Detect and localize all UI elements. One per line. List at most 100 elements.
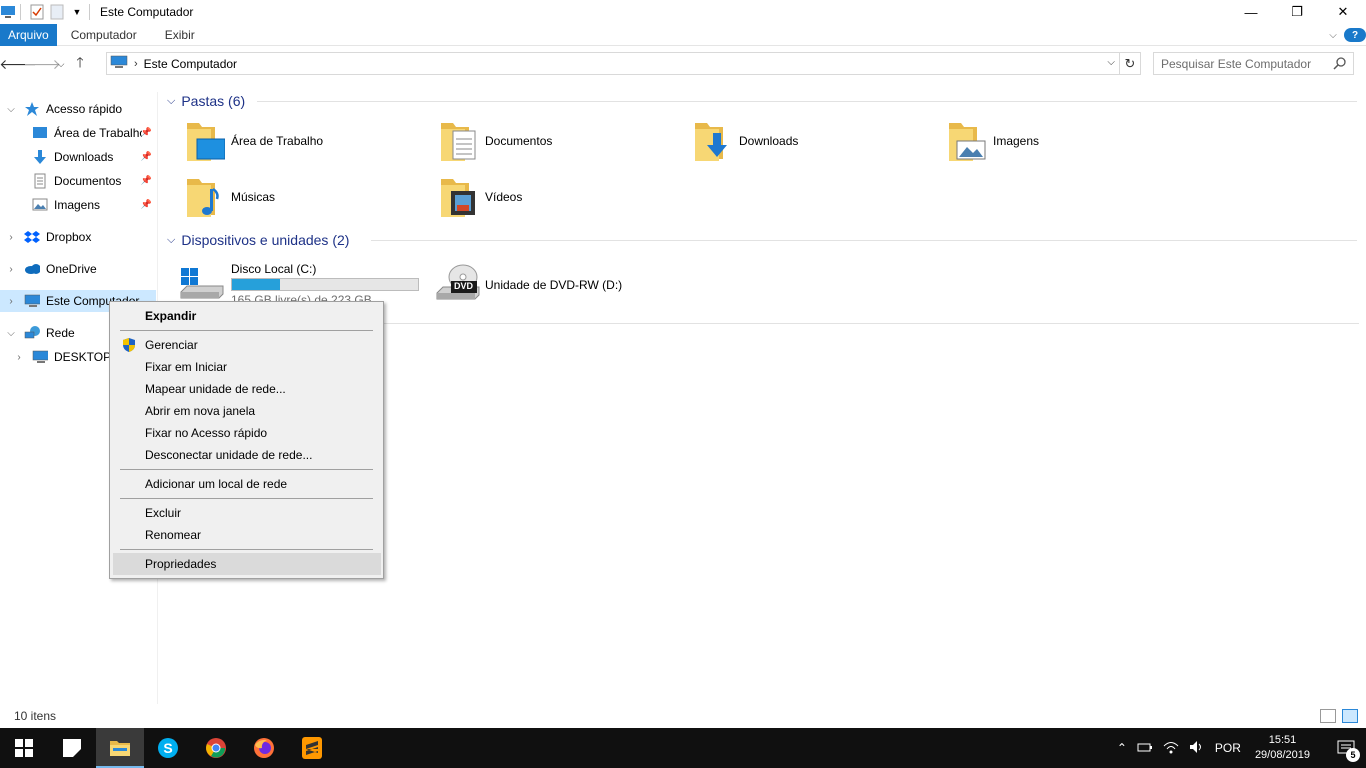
nav-quick-access[interactable]: ⌵ Acesso rápido <box>6 98 156 120</box>
menu-item-map-drive[interactable]: Mapear unidade de rede... <box>113 378 381 400</box>
search-input[interactable]: Pesquisar Este Computador <box>1153 52 1354 75</box>
tab-computer[interactable]: Computador <box>57 24 151 46</box>
image-icon <box>32 197 48 213</box>
computer-icon[interactable] <box>0 4 16 20</box>
restore-button[interactable]: ❐ <box>1274 0 1320 24</box>
folder-label: Vídeos <box>485 190 523 204</box>
taskbar-sublime-button[interactable] <box>288 728 336 768</box>
drive-label: Unidade de DVD-RW (D:) <box>485 278 623 292</box>
chevron-down-icon[interactable]: ▼ <box>69 4 85 20</box>
folder-pictures[interactable]: Imagens <box>947 118 1187 164</box>
menu-item-rename[interactable]: Renomear <box>113 524 381 546</box>
taskbar-notes-button[interactable] <box>48 728 96 768</box>
tab-view[interactable]: Exibir <box>151 24 209 46</box>
nav-onedrive[interactable]: › OneDrive <box>6 258 156 280</box>
nav-documents[interactable]: Documentos 📌 <box>32 170 156 192</box>
status-bar: 10 itens <box>0 704 1366 728</box>
menu-item-disconnect-drive[interactable]: Desconectar unidade de rede... <box>113 444 381 466</box>
folder-downloads[interactable]: Downloads <box>693 118 933 164</box>
cloud-icon <box>24 261 40 277</box>
divider <box>120 469 373 470</box>
refresh-button[interactable]: ↻ <box>1120 52 1141 75</box>
chevron-right-icon[interactable]: › <box>6 232 16 243</box>
chevron-right-icon[interactable]: › <box>14 352 24 363</box>
menu-item-properties[interactable]: Propriedades <box>113 553 381 575</box>
pictures-folder-icon <box>947 119 987 163</box>
recent-locations-button[interactable]: ⌵ <box>54 52 68 76</box>
group-title: Dispositivos e unidades (2) <box>181 232 350 248</box>
computer-icon <box>110 55 128 72</box>
chevron-down-icon[interactable]: ⌵ <box>6 328 16 339</box>
nav-pictures[interactable]: Imagens 📌 <box>32 194 156 216</box>
nav-label: Downloads <box>54 150 114 164</box>
taskbar-firefox-button[interactable] <box>240 728 288 768</box>
nav-label: Dropbox <box>46 230 92 244</box>
taskbar-skype-button[interactable]: S <box>144 728 192 768</box>
group-header-devices[interactable]: ⌵ Dispositivos e unidades (2) <box>167 229 1357 251</box>
desktop-folder-icon <box>185 119 226 163</box>
desktop-icon <box>32 125 48 141</box>
divider <box>120 498 373 499</box>
chevron-down-icon[interactable]: ⌵ <box>1107 57 1115 68</box>
skype-icon: S <box>158 738 178 758</box>
menu-item-open-new-window[interactable]: Abrir em nova janela <box>113 400 381 422</box>
tiles-view-icon[interactable] <box>1342 709 1358 723</box>
clock[interactable]: 15:51 29/08/2019 <box>1255 733 1310 763</box>
expand-ribbon-icon[interactable]: ⌵ <box>1322 30 1344 41</box>
item-count: 10 itens <box>14 709 57 723</box>
address-bar[interactable]: › Este Computador ⌵ <box>106 52 1120 75</box>
chevron-right-icon[interactable]: › <box>6 264 16 275</box>
chevron-right-icon[interactable]: › <box>6 296 16 307</box>
properties-icon[interactable] <box>29 4 45 20</box>
nav-desktop[interactable]: Área de Trabalho 📌 <box>32 122 156 144</box>
chevron-down-icon: ⌵ <box>167 233 176 246</box>
start-button[interactable] <box>0 728 48 768</box>
action-center-button[interactable]: 5 <box>1326 728 1366 768</box>
menu-item-delete[interactable]: Excluir <box>113 502 381 524</box>
new-folder-icon[interactable] <box>49 4 65 20</box>
power-icon[interactable] <box>1137 741 1153 756</box>
folder-music[interactable]: Músicas <box>185 174 425 220</box>
minimize-button[interactable]: — <box>1228 0 1274 24</box>
menu-item-manage[interactable]: Gerenciar <box>113 334 381 356</box>
group-header-folders[interactable]: ⌵ Pastas (6) <box>167 90 1357 112</box>
folder-desktop[interactable]: Área de Trabalho <box>185 118 425 164</box>
chevron-down-icon[interactable]: ⌵ <box>6 104 16 115</box>
up-button[interactable]: 🡑 <box>68 52 92 76</box>
chrome-icon <box>206 738 226 758</box>
menu-item-pin-start[interactable]: Fixar em Iniciar <box>113 356 381 378</box>
window-title: Este Computador <box>100 5 194 19</box>
nav-label: Rede <box>46 326 75 340</box>
nav-dropbox[interactable]: › Dropbox <box>6 226 156 248</box>
menu-item-pin-quick-access[interactable]: Fixar no Acesso rápido <box>113 422 381 444</box>
context-menu: Expandir Gerenciar Fixar em Iniciar Mape… <box>109 301 384 579</box>
notes-icon <box>63 739 81 757</box>
pin-icon: 📌 <box>140 199 152 209</box>
details-view-icon[interactable] <box>1320 709 1336 723</box>
taskbar-chrome-button[interactable] <box>192 728 240 768</box>
folder-documents[interactable]: Documentos <box>439 118 679 164</box>
document-icon <box>32 173 48 189</box>
close-button[interactable]: ✕ <box>1320 0 1366 24</box>
menu-item-add-network-location[interactable]: Adicionar um local de rede <box>113 473 381 495</box>
group-title: Pastas (6) <box>181 93 246 109</box>
tab-file[interactable]: Arquivo <box>0 23 57 46</box>
address-path: Este Computador <box>143 56 238 71</box>
show-hidden-icons-icon[interactable]: ⌃ <box>1117 741 1127 755</box>
folder-videos[interactable]: Vídeos <box>439 174 679 220</box>
star-icon <box>24 101 40 117</box>
folder-label: Downloads <box>739 134 799 148</box>
input-language[interactable]: POR <box>1215 741 1241 755</box>
forward-button[interactable]: 🡒 <box>23 52 61 76</box>
help-icon: ? <box>1344 28 1366 42</box>
volume-icon[interactable] <box>1189 740 1205 757</box>
taskbar-file-explorer-button[interactable] <box>96 728 144 768</box>
windows-logo-icon <box>15 739 33 757</box>
drive-d[interactable]: DVD Unidade de DVD-RW (D:) <box>435 262 695 308</box>
chevron-right-icon[interactable]: › <box>134 58 138 70</box>
menu-item-expand[interactable]: Expandir <box>113 305 381 327</box>
nav-downloads[interactable]: Downloads 📌 <box>32 146 156 168</box>
uac-shield-icon <box>122 337 136 356</box>
wifi-icon[interactable] <box>1163 740 1179 757</box>
help-button[interactable]: ? <box>1344 28 1366 42</box>
